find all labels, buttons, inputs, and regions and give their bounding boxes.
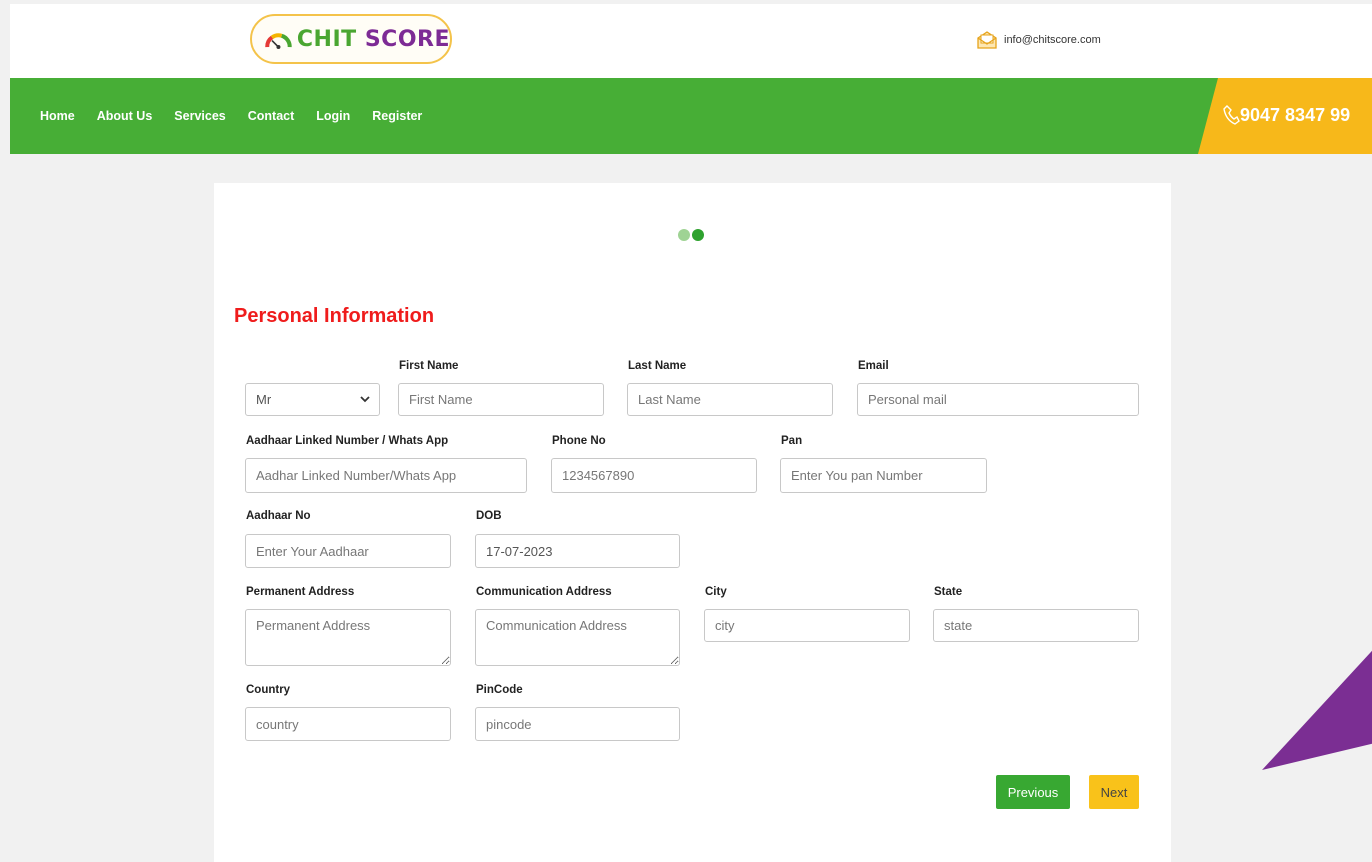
state-input[interactable] (933, 609, 1139, 642)
previous-button[interactable]: Previous (996, 775, 1070, 809)
next-button[interactable]: Next (1089, 775, 1139, 809)
gauge-icon (265, 33, 292, 50)
first-name-label: First Name (399, 360, 459, 372)
email-input[interactable] (857, 383, 1139, 416)
aadhaar-no-label: Aadhaar No (246, 510, 311, 522)
form-stepper (678, 229, 706, 241)
city-input[interactable] (704, 609, 910, 642)
aadhaar-no-input[interactable] (245, 534, 451, 568)
aadhaar-linked-input[interactable] (245, 458, 527, 493)
country-label: Country (246, 684, 291, 696)
nav-home[interactable]: Home (40, 109, 75, 123)
section-title: Personal Information (234, 305, 435, 327)
envelope-icon (977, 31, 997, 49)
permanent-address-textarea[interactable] (245, 609, 451, 666)
header-email[interactable]: info@chitscore.com (976, 30, 1101, 50)
phone-banner: 9047 8347 99 (1198, 78, 1372, 154)
main-navbar: Home About Us Services Contact Login Reg… (10, 78, 1372, 154)
phone-label: Phone No (552, 435, 606, 447)
first-name-input[interactable] (398, 383, 604, 416)
country-input[interactable] (245, 707, 451, 741)
decorative-purple-shape (1262, 640, 1372, 770)
registration-form-card: Personal Information Mr First Name Last … (214, 183, 1171, 862)
state-label: State (934, 586, 963, 598)
aadhaar-linked-label: Aadhaar Linked Number / Whats App (246, 435, 449, 447)
email-label: Email (858, 360, 889, 372)
city-label: City (705, 586, 727, 598)
communication-address-label: Communication Address (476, 586, 612, 598)
nav-menu: Home About Us Services Contact Login Reg… (40, 78, 444, 154)
step-dot-1 (678, 229, 690, 241)
nav-contact[interactable]: Contact (248, 109, 295, 123)
last-name-input[interactable] (627, 383, 833, 416)
last-name-label: Last Name (628, 360, 687, 372)
nav-login[interactable]: Login (316, 109, 350, 123)
nav-about-us[interactable]: About Us (97, 109, 153, 123)
step-dot-2 (692, 229, 704, 241)
phone-icon (1223, 105, 1240, 125)
communication-address-textarea[interactable] (475, 609, 680, 666)
nav-services[interactable]: Services (174, 109, 225, 123)
dob-label: DOB (476, 510, 502, 522)
permanent-address-label: Permanent Address (246, 586, 355, 598)
chit-score-logo[interactable]: CHIT SCORE (250, 14, 452, 64)
phone-input[interactable] (551, 458, 757, 493)
salutation-wrapper: Mr (245, 383, 380, 416)
email-text: info@chitscore.com (1004, 34, 1101, 46)
dob-input[interactable] (475, 534, 680, 568)
salutation-select[interactable]: Mr (245, 383, 380, 416)
pincode-input[interactable] (475, 707, 680, 741)
pincode-label: PinCode (476, 684, 523, 696)
nav-register[interactable]: Register (372, 109, 422, 123)
top-header: CHIT SCORE info@chitscore.com (10, 4, 1372, 78)
pan-label: Pan (781, 435, 803, 447)
logo-text: CHIT SCORE (296, 26, 450, 52)
phone-number: 9047 8347 99 (1240, 104, 1351, 125)
pan-input[interactable] (780, 458, 987, 493)
phone-contact[interactable]: 9047 8347 99 (1222, 104, 1350, 126)
